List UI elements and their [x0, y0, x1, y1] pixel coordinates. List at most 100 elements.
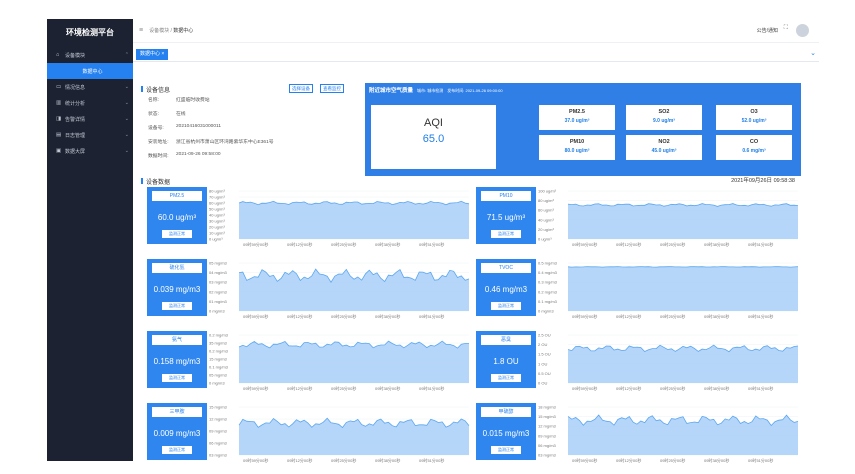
y-tick-label: 0 ug/m³ [209, 237, 223, 242]
y-tick-label: 0 ug/m³ [538, 237, 552, 242]
sidebar-item-alerts[interactable]: ◨ 告警详情 ⌄ [47, 111, 133, 127]
y-tick-label: 80 ug/m³ [209, 189, 225, 194]
avatar[interactable] [796, 24, 809, 37]
x-tick-label: 09时12分00秒 [287, 457, 312, 463]
x-tick-label: 09时51分00秒 [748, 313, 773, 319]
x-tick-label: 09时59分00秒 [243, 385, 268, 391]
info-row-data-time: 数据时间: 2021-09-26 09:58:00 [148, 152, 221, 159]
y-tick-label: 0.5 OU [538, 371, 551, 376]
sidebar: 环境检测平台 ⌂ 设备模块 ⌃ 数据中心 ▭ 情况信息 ⌄ ▥ 统计分析 ⌄ ◨ 告警详情 ⌄ … [47, 19, 133, 461]
document-icon: ▤ [56, 132, 62, 138]
y-tick-label: 60 ug/m³ [209, 201, 225, 206]
x-tick-label: 09时51分00秒 [748, 241, 773, 247]
info-value: 浙江省杭州市萧山区环湾路紫华东中心E361号 [176, 140, 274, 145]
app-window: 环境检测平台 ⌂ 设备模块 ⌃ 数据中心 ▭ 情况信息 ⌄ ▥ 统计分析 ⌄ ◨ 告警详情 ⌄ … [0, 0, 855, 474]
view-monitor-button[interactable]: 查看监控 [320, 84, 344, 93]
x-tick-label: 09时51分00秒 [748, 457, 773, 463]
sensor-trend-chart: 15 mg/m3 12 mg/m3 09 mg/m3 06 mg/m3 03 mg/m3… [209, 405, 470, 463]
sidebar-item-dashboard[interactable]: ▣ 数据大屏 ⌄ [47, 143, 133, 159]
x-tick-label: 09时25分00秒 [660, 385, 685, 391]
y-tick-label: 0.2 mg/m3 [209, 349, 229, 354]
aqi-title: 附近城市空气质量 [369, 88, 414, 94]
sensor-value: 0.009 mg/m3 [153, 429, 201, 438]
sensor-value: 0.039 mg/m3 [153, 285, 201, 294]
aqi-box: AQI 65.0 [371, 105, 496, 169]
sensor-card: 三甲胺 0.009 mg/m3 监测正常 [147, 403, 207, 460]
sensor-status: 监测正常 [491, 446, 521, 454]
menu-toggle-icon[interactable]: ≡ [139, 27, 143, 34]
breadcrumb-separator: / [170, 28, 172, 34]
sensor-value: 71.5 ug/m³ [486, 213, 526, 222]
x-tick-label: 09时59分00秒 [572, 313, 597, 319]
x-tick-label: 09时38分00秒 [375, 313, 400, 319]
sensor-trend-chart: 80 ug/m³70 ug/m³60 ug/m³50 ug/m³40 ug/m³… [209, 189, 470, 247]
y-tick-label: 09 mg/m3 [538, 433, 557, 438]
sidebar-item-label: 告警详情 [65, 116, 86, 123]
sidebar-item-label: 数据大屏 [65, 148, 86, 155]
sidebar-item-statistics[interactable]: ▥ 统计分析 ⌄ [47, 95, 133, 111]
aqi-header: 附近城市空气质量 城市: 城市检测 发布时间: 2021-09-26 09:00:0… [369, 86, 503, 94]
sidebar-item-label: 数据中心 [82, 68, 103, 75]
aqi-value: 65.0 [422, 133, 445, 145]
pollutant-value: 37.0 ug/m³ [564, 118, 590, 124]
breadcrumb-parent[interactable]: 设备模块 [149, 28, 169, 34]
sensor-status: 监测正常 [162, 302, 192, 310]
y-tick-label: 05 mg/m3 [209, 373, 228, 378]
pollutant-value: 45.0 ug/m³ [651, 148, 677, 154]
main-content: 设备信息 选择设备 查看监控 名称: 红盛临时收费站 状态: 在线 设备号: 2021… [141, 79, 801, 463]
y-tick-label: 1 OU [538, 361, 547, 366]
tab-bar: 数据中心 × ⌄ [133, 46, 819, 62]
x-tick-label: 09时12分00秒 [616, 241, 641, 247]
series-line [567, 266, 799, 268]
x-tick-label: 09时25分00秒 [660, 241, 685, 247]
pollutant-value: 0.6 mg/m³ [742, 148, 766, 154]
sensor-status: 监测正常 [491, 230, 521, 238]
breadcrumb-current: 数据中心 [173, 28, 194, 34]
breadcrumb: 设备模块 / 数据中心 [149, 27, 193, 34]
sensor-name: 甲硫醇 [481, 407, 531, 417]
chevron-down-icon: ⌄ [124, 84, 129, 90]
x-tick-label: 09时59分00秒 [572, 457, 597, 463]
pollutant-name: O3 [750, 109, 758, 115]
y-tick-label: 0 mg/m3 [209, 381, 225, 386]
select-device-button[interactable]: 选择设备 [289, 84, 313, 93]
y-tick-label: 60 ug/m³ [538, 208, 554, 213]
sidebar-item-data-center[interactable]: 数据中心 [47, 63, 133, 79]
home-icon: ⌂ [56, 52, 60, 58]
x-tick-label: 09时38分00秒 [704, 457, 729, 463]
y-tick-label: 100 ug/m³ [538, 189, 557, 194]
info-key: 设备号: [148, 126, 164, 131]
sidebar-item-logs[interactable]: ▤ 日志管理 ⌄ [47, 127, 133, 143]
sensor-value: 0.015 mg/m3 [482, 429, 530, 438]
chevron-down-icon[interactable]: ⌄ [810, 49, 816, 57]
y-tick-label: 05 mg/m3 [209, 261, 228, 266]
info-row-address: 安装地址: 浙江省杭州市萧山区环湾路紫华东中心E361号 [148, 138, 274, 145]
x-tick-label: 09时59分00秒 [243, 241, 268, 247]
x-tick-label: 09时12分00秒 [287, 313, 312, 319]
x-tick-label: 09时38分00秒 [375, 241, 400, 247]
sensor-name: 三甲胺 [152, 407, 202, 417]
y-tick-label: 09 mg/m3 [209, 429, 228, 434]
tab-data-center[interactable]: 数据中心 × [136, 49, 169, 60]
y-tick-label: 06 mg/m3 [538, 443, 557, 448]
info-row-name: 名称: 红盛临时收费站 [148, 96, 210, 103]
notice-link[interactable]: 公告/通知 [757, 27, 778, 34]
info-key: 名称: [148, 98, 159, 103]
info-value: 2021-09-26 09:58:00 [176, 152, 221, 157]
x-tick-label: 09时59分00秒 [243, 313, 268, 319]
close-icon[interactable]: × [161, 51, 164, 57]
sidebar-item-device-module[interactable]: ⌂ 设备模块 ⌃ [47, 47, 133, 63]
y-tick-label: 30 ug/m³ [209, 219, 225, 224]
sidebar-item-label: 设备模块 [65, 52, 86, 59]
x-tick-label: 09时51分00秒 [419, 385, 444, 391]
sensor-name: 恶臭 [481, 335, 531, 345]
series-area [568, 415, 798, 455]
x-tick-label: 09时51分00秒 [419, 457, 444, 463]
device-info-title: 设备信息 [141, 85, 170, 94]
pollutant-co: CO 0.6 mg/m³ [716, 135, 792, 160]
x-tick-label: 09时25分00秒 [331, 385, 356, 391]
y-tick-label: 20 ug/m³ [209, 225, 225, 230]
fullscreen-icon[interactable]: ⛶ [784, 25, 788, 32]
sidebar-item-situation[interactable]: ▭ 情况信息 ⌄ [47, 79, 133, 95]
sensor-name: TVOC [481, 263, 531, 273]
